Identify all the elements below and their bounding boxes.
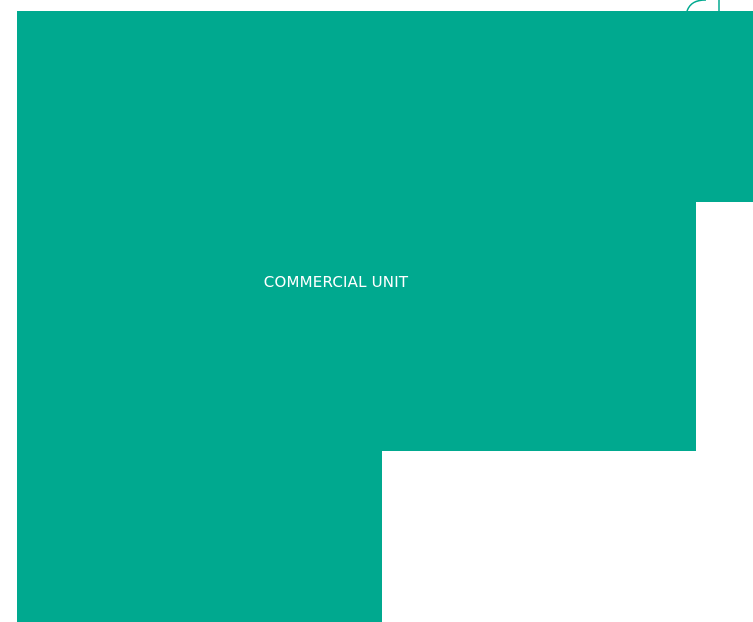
floor-plan [17,0,753,622]
commercial-unit-area[interactable] [17,11,753,622]
adjacent-outline-curve [686,0,707,12]
